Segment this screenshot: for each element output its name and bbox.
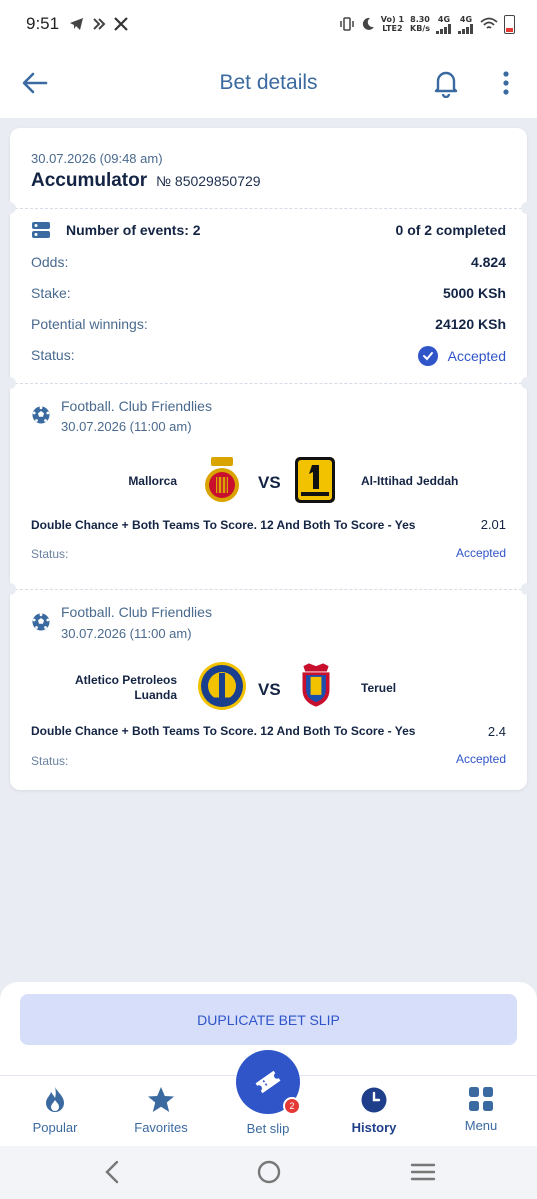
stake-label: Stake: <box>31 285 71 301</box>
event-status-value: Accepted <box>455 752 506 766</box>
status-bar: 9:51 Vo) 1 LTE2 8.30 KB/s 4G 4G <box>0 0 537 48</box>
divider <box>10 383 527 384</box>
football-icon <box>32 613 50 631</box>
signal-2: 4G <box>458 15 474 34</box>
status-time: 9:51 <box>26 14 60 33</box>
status-label: Status: <box>31 347 75 363</box>
status-badge: Accepted <box>417 346 506 366</box>
star-icon <box>148 1087 174 1112</box>
system-recents-icon[interactable] <box>409 1158 437 1186</box>
bet-number: № 85029850729 <box>156 173 261 189</box>
nav-menu[interactable]: Menu <box>436 1086 526 1133</box>
vs-label: VS <box>258 680 281 699</box>
signal-icon <box>436 23 451 34</box>
status-left-icons <box>69 17 128 31</box>
al-ittihad-logo-icon <box>295 457 335 503</box>
clock-icon <box>361 1087 387 1113</box>
bell-icon <box>434 71 458 99</box>
ticket-icon <box>255 1070 281 1094</box>
winnings-value: 24120 KSh <box>435 316 506 332</box>
grid-icon <box>469 1087 493 1111</box>
check-circle-icon <box>417 346 438 366</box>
event-odd: 2.4 <box>487 724 506 739</box>
telegram-icon <box>70 18 84 30</box>
system-back-icon[interactable] <box>99 1158 127 1186</box>
status-value: Accepted <box>447 348 506 364</box>
nav-history[interactable]: History <box>329 1086 419 1135</box>
wifi-icon <box>480 17 498 29</box>
events-list-icon <box>32 222 50 238</box>
petro-luanda-logo-icon <box>198 662 246 710</box>
away-team: Al-Ittihad Jeddah <box>361 474 459 488</box>
event-market: Double Chance + Both Teams To Score. 12 … <box>31 724 416 738</box>
football-icon <box>32 406 50 424</box>
odds-value: 4.824 <box>470 254 506 270</box>
event-datetime: 30.07.2026 (11:00 am) <box>61 419 192 434</box>
betslip-count-badge: 2 <box>283 1097 301 1115</box>
x-icon <box>114 17 128 31</box>
stake-value: 5000 KSh <box>442 285 506 301</box>
app-header: Bet details <box>0 48 537 118</box>
nav-betslip-label[interactable]: Bet slip <box>223 1121 313 1136</box>
teruel-logo-icon <box>302 663 330 707</box>
notifications-button[interactable] <box>432 68 460 99</box>
flame-icon <box>46 1087 64 1112</box>
back-button[interactable] <box>20 68 50 98</box>
battery-icon <box>504 14 515 34</box>
arrows-icon <box>93 18 106 30</box>
arrow-left-icon <box>22 72 48 94</box>
signal-1: 4G <box>436 15 452 34</box>
event-league: Football. Club Friendlies <box>61 398 212 414</box>
event-market: Double Chance + Both Teams To Score. 12 … <box>31 518 416 532</box>
nav-favorites[interactable]: Favorites <box>116 1086 206 1135</box>
bet-type: Accumulator <box>31 170 148 191</box>
mallorca-logo-icon <box>205 457 239 502</box>
duplicate-bet-slip-button[interactable]: DUPLICATE BET SLIP <box>20 994 517 1045</box>
event-odd: 2.01 <box>480 517 506 532</box>
more-options-button[interactable] <box>496 68 516 98</box>
home-team: Mallorca <box>128 474 177 488</box>
vibrate-icon <box>340 17 354 31</box>
home-team: Atletico Petroleos Luanda <box>74 673 177 702</box>
vs-label: VS <box>258 473 281 492</box>
nav-popular[interactable]: Popular <box>10 1086 100 1135</box>
event-status-value: Accepted <box>455 546 506 560</box>
event-datetime: 30.07.2026 (11:00 am) <box>61 626 192 641</box>
bet-datetime: 30.07.2026 (09:48 am) <box>31 151 163 166</box>
divider <box>10 208 527 209</box>
event-status-label: Status: <box>31 754 69 768</box>
odds-label: Odds: <box>31 254 69 270</box>
events-count: Number of events: 2 <box>66 222 201 238</box>
event-status-label: Status: <box>31 547 69 561</box>
winnings-label: Potential winnings: <box>31 316 148 332</box>
divider <box>10 589 527 590</box>
away-team: Teruel <box>361 681 397 695</box>
events-completed: 0 of 2 completed <box>395 222 506 238</box>
dots-vertical-icon <box>503 71 509 95</box>
event-league: Football. Club Friendlies <box>61 604 212 620</box>
system-home-icon[interactable] <box>255 1158 283 1186</box>
status-right-icons: Vo) 1 LTE2 8.30 KB/s 4G 4G <box>339 14 515 34</box>
signal-icon <box>458 23 473 34</box>
moon-icon <box>362 17 374 30</box>
